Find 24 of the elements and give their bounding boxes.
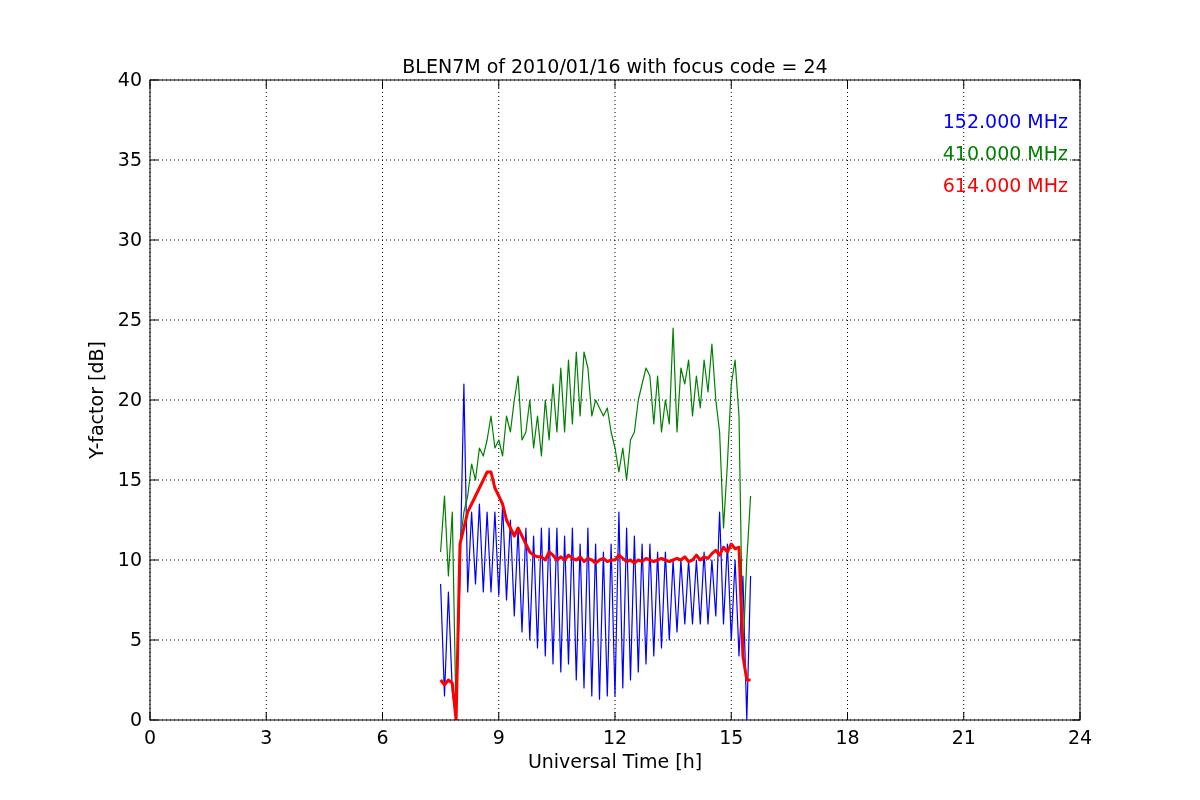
tick-label: 12	[602, 726, 628, 748]
tick-label: 6	[376, 726, 389, 748]
tick-label: 15	[719, 726, 744, 748]
tick-label: 35	[117, 148, 142, 170]
tick-label: 15	[117, 468, 142, 490]
tick-label: 25	[117, 308, 142, 330]
legend-label: 614.000 MHz	[942, 174, 1068, 196]
axis-label: Y-factor [dB]	[85, 341, 107, 459]
tick-label: 24	[1067, 726, 1093, 748]
tick-label: 40	[117, 68, 142, 90]
tick-label: 21	[951, 726, 976, 748]
tick-label: 10	[117, 548, 142, 570]
tick-label: 0	[143, 726, 157, 748]
tick-label: 30	[117, 228, 142, 250]
legend-label: 410.000 MHz	[942, 142, 1068, 164]
tick-label: 5	[129, 628, 142, 650]
tick-label: 0	[129, 708, 142, 730]
axis-label: Universal Time [h]	[527, 750, 703, 772]
legend-label: 152.000 MHz	[942, 110, 1068, 132]
tick-label: 18	[835, 726, 860, 748]
chart-title: BLEN7M of 2010/01/16 with focus code = 24	[402, 55, 828, 77]
tick-label: 3	[260, 726, 273, 748]
tick-label: 20	[117, 388, 142, 410]
tick-label: 9	[492, 726, 505, 748]
